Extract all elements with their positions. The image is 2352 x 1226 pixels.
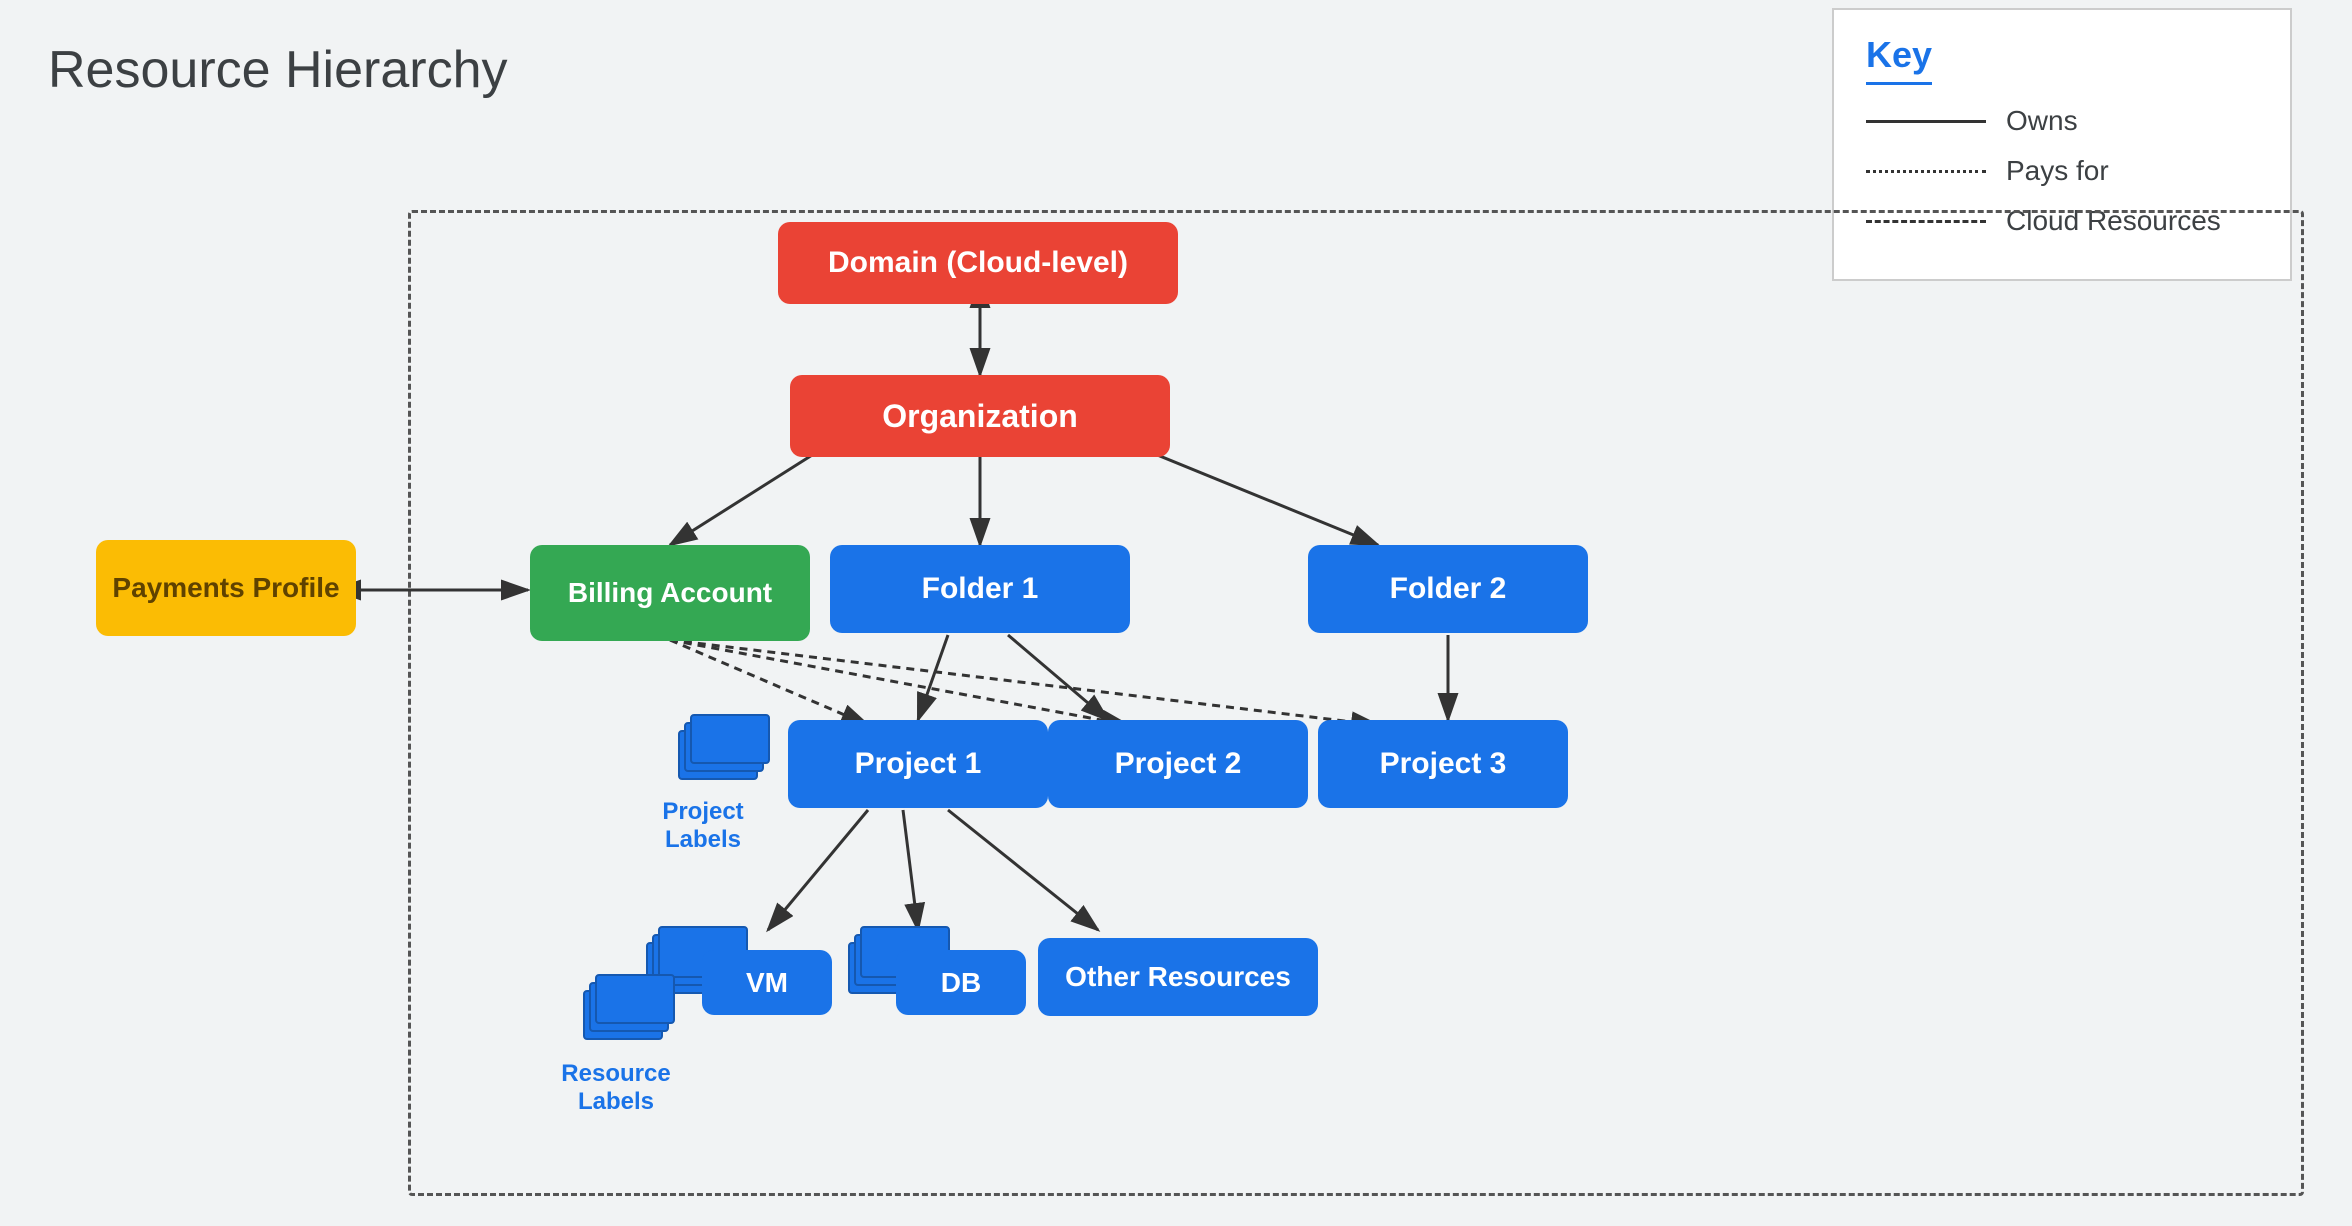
diagram: Payments Profile Domain (Cloud-level) Or… <box>48 130 2304 1196</box>
resource-labels-label: Resource Labels <box>546 1060 686 1116</box>
organization-node: Organization <box>790 375 1170 457</box>
dashed-border <box>408 210 2304 1196</box>
key-title: Key <box>1866 34 1932 85</box>
project-labels-label: Project Labels <box>643 798 763 854</box>
billing-account-node: Billing Account <box>530 545 810 641</box>
project-labels-icon <box>678 710 778 790</box>
project3-node: Project 3 <box>1318 720 1568 808</box>
payments-profile-node: Payments Profile <box>96 540 356 636</box>
db-node: DB <box>896 950 1026 1015</box>
other-resources-node: Other Resources <box>1038 938 1318 1016</box>
domain-node: Domain (Cloud-level) <box>778 222 1178 304</box>
owns-line-icon <box>1866 120 1986 123</box>
vm-node: VM <box>702 950 832 1015</box>
page-title: Resource Hierarchy <box>48 40 508 100</box>
project1-node: Project 1 <box>788 720 1048 808</box>
project2-node: Project 2 <box>1048 720 1308 808</box>
resource-labels-icon <box>583 970 683 1050</box>
folder1-node: Folder 1 <box>830 545 1130 633</box>
folder2-node: Folder 2 <box>1308 545 1588 633</box>
